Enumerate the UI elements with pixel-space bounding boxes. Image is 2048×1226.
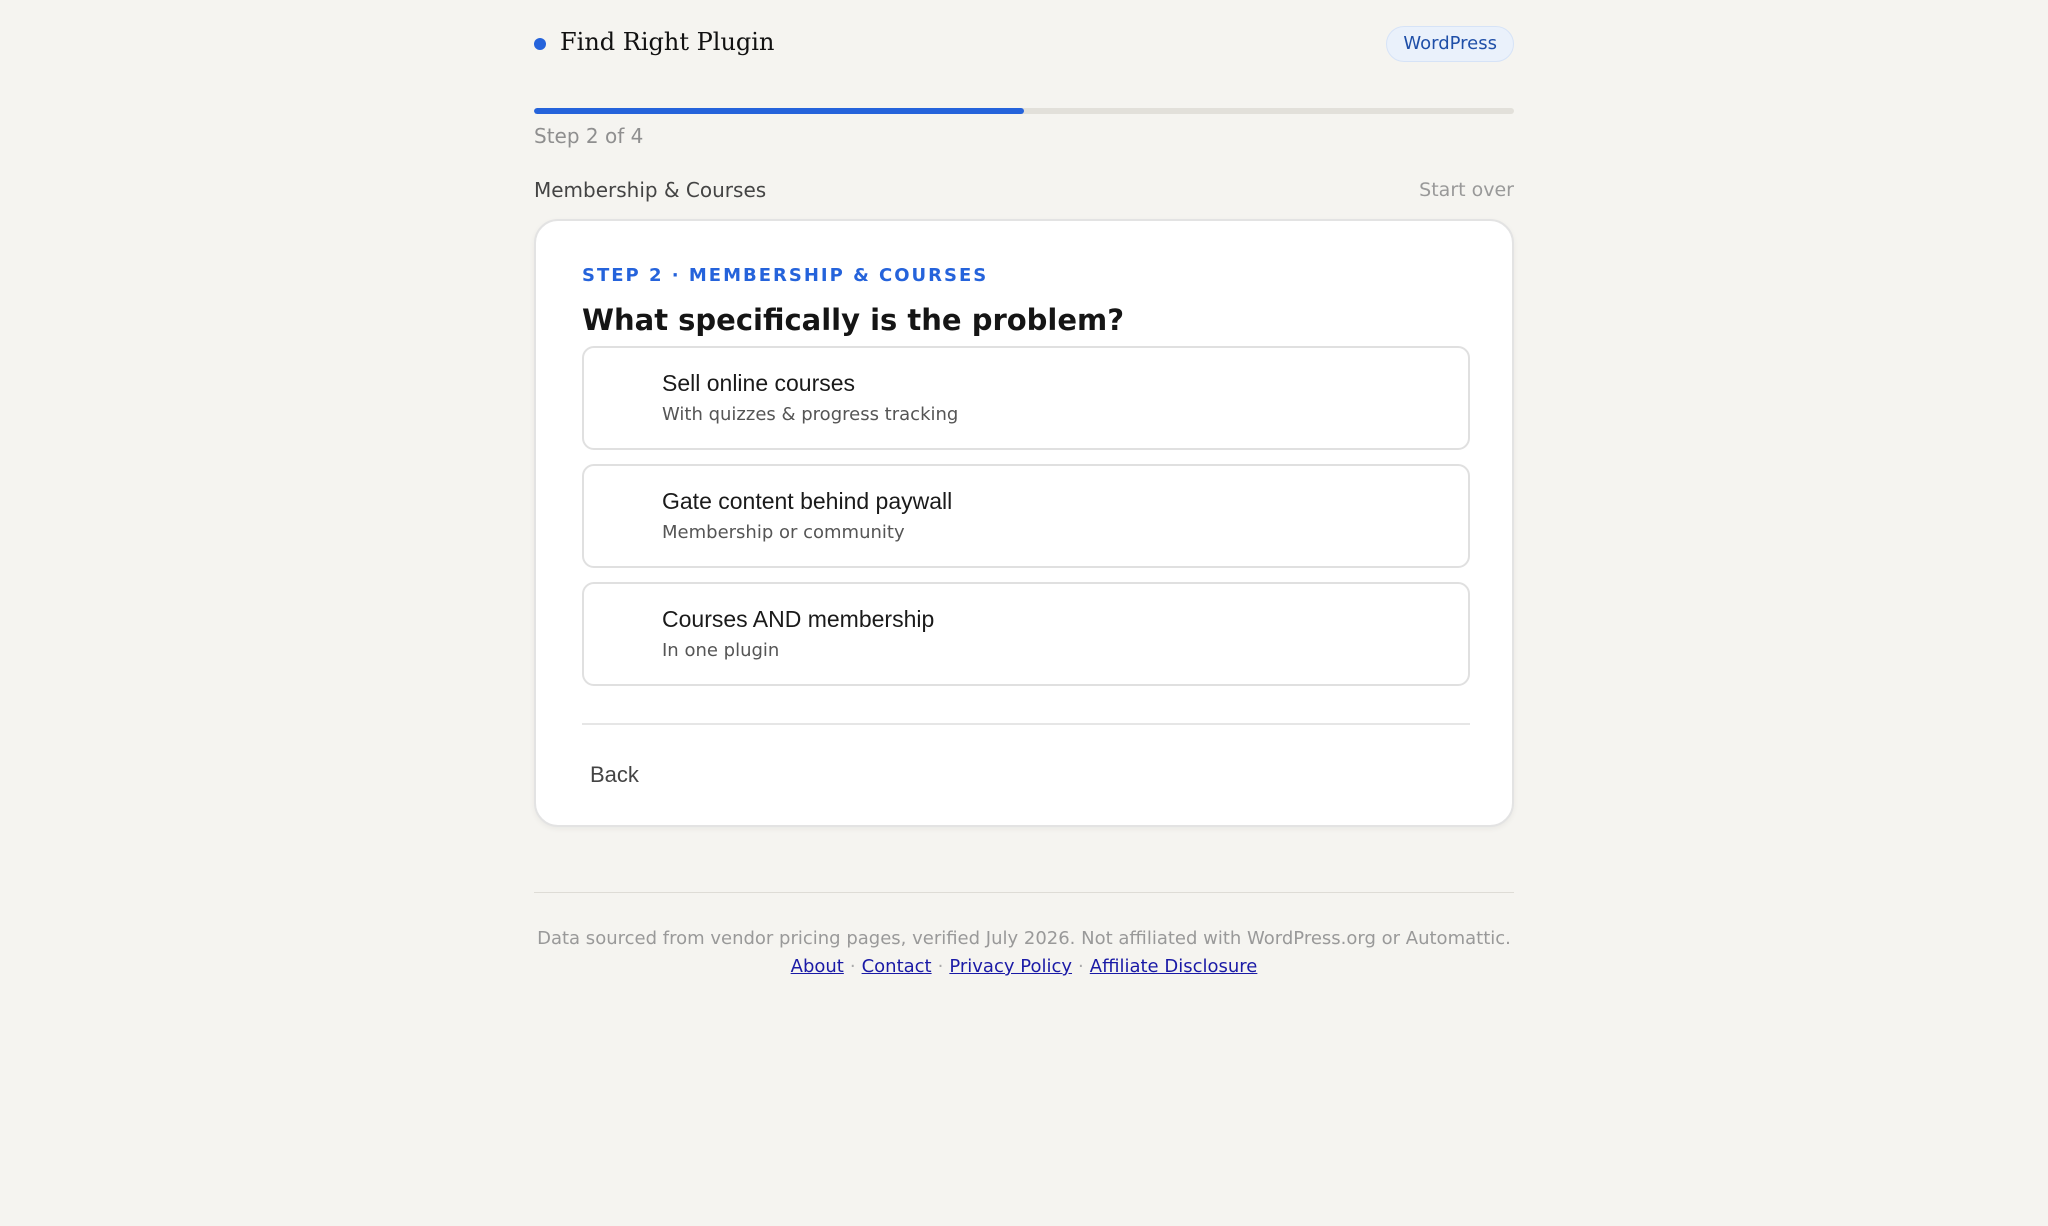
site-header: Find Right Plugin WordPress bbox=[534, 24, 1514, 64]
footer-separator: · bbox=[937, 956, 944, 977]
footer-link-affiliate-disclosure[interactable]: Affiliate Disclosure bbox=[1090, 956, 1258, 977]
option-title: Sell online courses bbox=[662, 370, 856, 396]
question-title: What specifically is the problem? bbox=[582, 303, 1125, 337]
category-label: Membership & Courses bbox=[534, 178, 767, 202]
step-eyebrow: STEP 2 · MEMBERSHIP & COURSES bbox=[582, 265, 989, 286]
option-subtitle: Membership or community bbox=[662, 522, 905, 543]
footer-disclaimer: Data sourced from vendor pricing pages, … bbox=[537, 928, 1511, 949]
answer-options: Sell online courses With quizzes & progr… bbox=[582, 346, 1470, 700]
footer-link-privacy-policy[interactable]: Privacy Policy bbox=[949, 956, 1072, 977]
progress-bar-fill bbox=[534, 108, 1024, 114]
option-courses-and-membership[interactable]: Courses AND membership In one plugin bbox=[582, 582, 1470, 686]
card-divider bbox=[582, 723, 1470, 725]
back-button[interactable]: Back bbox=[582, 751, 647, 799]
footer-link-about[interactable]: About bbox=[791, 956, 844, 977]
footer-divider bbox=[534, 892, 1514, 893]
footer-separator: · bbox=[1078, 956, 1084, 977]
brand[interactable]: Find Right Plugin bbox=[534, 28, 774, 56]
option-subtitle: In one plugin bbox=[662, 640, 780, 661]
brand-dot-icon bbox=[534, 37, 546, 50]
option-title: Courses AND membership bbox=[662, 606, 935, 632]
progress-bar bbox=[534, 108, 1514, 114]
platform-badge: WordPress bbox=[1386, 26, 1514, 62]
option-subtitle: With quizzes & progress tracking bbox=[662, 404, 959, 425]
option-gate-content[interactable]: Gate content behind paywall Membership o… bbox=[582, 464, 1470, 568]
brand-name: Find Right Plugin bbox=[560, 28, 775, 56]
step-counter: Step 2 of 4 bbox=[534, 124, 644, 148]
option-sell-online-courses[interactable]: Sell online courses With quizzes & progr… bbox=[582, 346, 1470, 450]
question-card: STEP 2 · MEMBERSHIP & COURSES What speci… bbox=[534, 219, 1514, 827]
option-title: Gate content behind paywall bbox=[662, 488, 953, 514]
start-over-link[interactable]: Start over bbox=[1419, 179, 1514, 201]
footer-link-contact[interactable]: Contact bbox=[862, 956, 932, 977]
footer-links: About · Contact · Privacy Policy · Affiliate D… bbox=[534, 956, 1514, 977]
footer-separator: · bbox=[849, 956, 856, 977]
